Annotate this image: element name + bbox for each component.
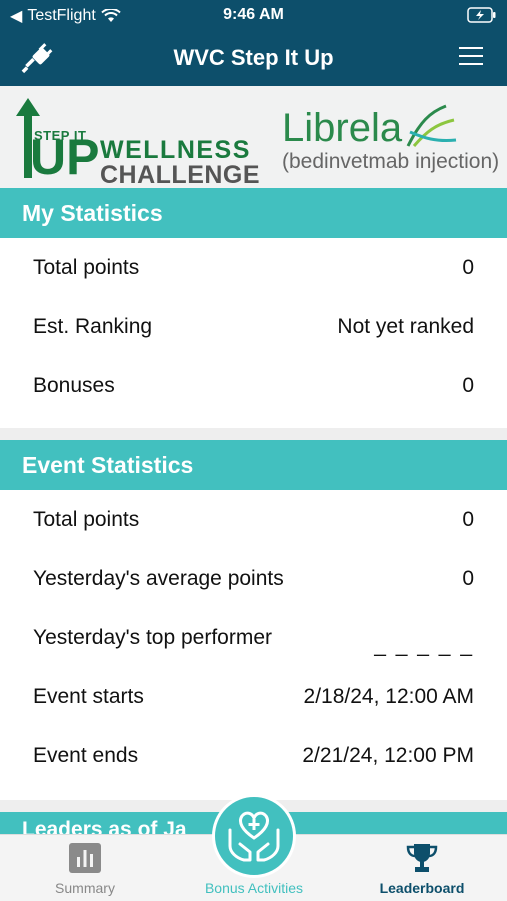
stat-label: Yesterday's average points [33,567,284,590]
stat-label: Est. Ranking [33,315,153,338]
trophy-icon [406,844,438,872]
librela-wordmark: Librela [282,106,403,150]
stat-value: 2/21/24, 12:00 PM [302,744,474,767]
step-it-up-logo: UP STEP IT WELLNESS CHALLENGE [14,98,260,189]
section-divider [0,428,507,440]
stat-value: _ _ _ _ _ [374,634,474,657]
tab-summary-label: Summary [55,880,115,896]
hands-heart-icon [228,811,280,862]
logo-challenge-text: CHALLENGE [100,161,261,189]
my-statistics-header: My Statistics [0,188,507,238]
tab-bonus-activities-label[interactable]: Bonus Activities [184,880,324,896]
stat-value: 0 [462,508,474,531]
bar-chart-icon [69,843,101,873]
hamburger-menu-icon[interactable] [459,46,483,66]
event-row-average-points: Yesterday's average points 0 [33,564,474,594]
stat-label: Event ends [33,744,139,767]
stat-row-total-points: Total points 0 [33,253,474,283]
sponsor-banner: UP STEP IT WELLNESS CHALLENGE Librela (b… [0,86,507,189]
stat-label: Yesterday's top performer [33,626,273,649]
stat-label: Bonuses [33,374,115,397]
stat-value: Not yet ranked [337,315,474,338]
stat-value: 2/18/24, 12:00 AM [303,685,474,708]
stat-row-bonuses: Bonuses 0 [33,371,474,401]
librela-subtitle: (bedinvetmab injection) [282,150,500,173]
stat-value: 0 [462,567,474,590]
tab-leaderboard-label: Leaderboard [379,880,465,896]
event-row-top-performer: Yesterday's top performer _ _ _ _ _ [33,623,474,657]
page-title: WVC Step It Up [173,45,334,70]
stat-value: 0 [462,374,474,397]
event-row-ends: Event ends 2/21/24, 12:00 PM [33,741,474,771]
stat-label: Event starts [33,685,144,708]
battery-charging-icon [467,7,496,23]
logo-step-it-text: STEP IT [34,128,87,143]
event-row-total-points: Total points 0 [33,505,474,535]
librela-logo: Librela (bedinvetmab injection) [282,102,499,182]
tab-summary[interactable]: Summary [40,843,130,896]
librela-swoosh-icon [406,104,457,147]
event-row-starts: Event starts 2/18/24, 12:00 AM [33,682,474,712]
stat-row-est-ranking: Est. Ranking Not yet ranked [33,312,474,342]
stat-value: 0 [462,256,474,279]
status-bar: ◀ TestFlight 9:46 AM [0,0,507,30]
bonus-activities-button[interactable] [212,794,296,878]
stat-label: Total points [33,508,140,531]
stat-label: Total points [33,256,140,279]
tab-leaderboard[interactable]: Leaderboard [370,843,474,896]
nav-bar: WVC Step It Up [0,30,507,86]
event-statistics-header: Event Statistics [0,440,507,490]
clock: 9:46 AM [223,6,284,23]
